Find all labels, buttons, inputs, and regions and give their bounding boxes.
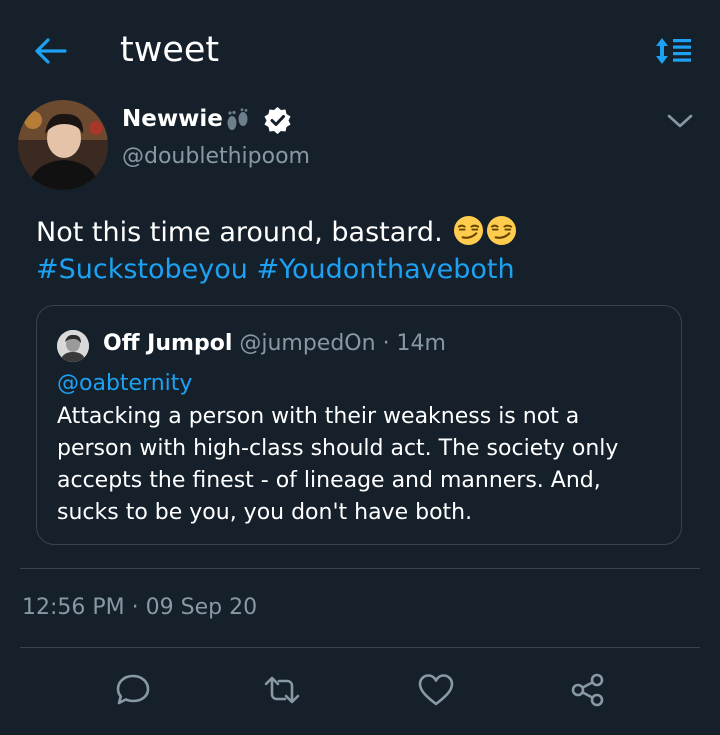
quoted-body-line: Attacking a person with their weakness i… <box>57 404 580 429</box>
smirking-face-emoji-icon <box>487 215 517 246</box>
arrow-left-icon[interactable] <box>32 36 68 66</box>
quoted-mention-link[interactable]: @oabternity <box>57 368 192 400</box>
author-name[interactable]: Newwie <box>122 104 223 134</box>
quoted-body-line: sucks to be you, you don't have both. <box>57 500 473 525</box>
quoted-body-line: accepts the finest - of lineage and mann… <box>57 468 601 493</box>
footprints-icon <box>227 108 248 130</box>
quoted-author-name: Off Jumpol <box>103 331 233 356</box>
quoted-body-line: person with high-class should act. The s… <box>57 436 619 461</box>
tweet-hashtags: #Sucksto﻿beyou #Youdonthaveboth <box>36 251 676 288</box>
comment-icon[interactable] <box>114 672 152 708</box>
page-title: tweet <box>120 30 220 70</box>
divider <box>20 647 700 648</box>
quoted-tweet-body: Attacking a person with their weakness i… <box>57 401 672 529</box>
heart-icon[interactable] <box>417 672 455 708</box>
retweet-icon[interactable] <box>263 672 301 708</box>
tweet-text: Not this time around, bastard. #Sucksto﻿… <box>36 214 676 288</box>
chevron-down-icon[interactable] <box>664 110 696 132</box>
tweet-timestamp: 12:56 PM · 09 Sep 20 <box>22 595 258 620</box>
avatar-photo <box>18 100 108 190</box>
quoted-tweet-header: Off Jumpol @jumpedOn · 14m <box>103 328 446 360</box>
share-icon[interactable] <box>569 672 607 708</box>
sort-list-icon[interactable] <box>655 36 693 66</box>
quoted-avatar-photo <box>57 330 89 362</box>
author-handle[interactable]: @doublethipoom <box>122 142 310 172</box>
smirking-face-emoji-icon <box>454 215 484 246</box>
tweet-detail-screen: tweet Newwie @doublethipoom Not this tim… <box>0 0 720 735</box>
quoted-tweet-card[interactable]: Off Jumpol @jumpedOn · 14m @oabternity A… <box>36 305 682 545</box>
verified-badge-icon <box>264 107 291 134</box>
hashtag-link[interactable]: #Sucksto﻿beyou <box>36 254 248 285</box>
quoted-author-avatar <box>57 330 89 362</box>
divider <box>20 568 700 569</box>
tweet-text-line: Not this time around, bastard. <box>36 214 676 251</box>
tweet-text-content: Not this time around, bastard. <box>36 217 443 248</box>
quoted-author-meta: @jumpedOn · 14m <box>239 331 446 356</box>
hashtag-link[interactable]: #Youdonthaveboth <box>256 254 514 285</box>
author-avatar[interactable] <box>18 100 108 190</box>
